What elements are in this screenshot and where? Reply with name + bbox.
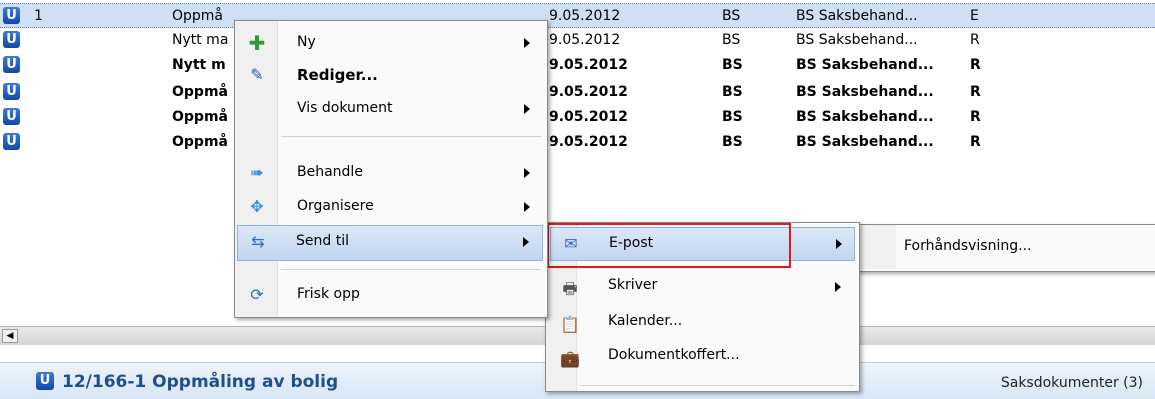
highlight-box bbox=[547, 223, 791, 268]
table-row[interactable]: U Oppmå 9.05.2012 BS BS Saksbehand... R bbox=[0, 105, 1155, 130]
menu-item-label: Send til bbox=[296, 233, 349, 249]
row-handler: BS Saksbehand... bbox=[796, 57, 934, 73]
row-status: R bbox=[970, 57, 981, 73]
menu-item-label: Dokumentkoffert... bbox=[608, 347, 740, 363]
row-title: Oppmå bbox=[172, 84, 228, 100]
row-date: 9.05.2012 bbox=[549, 57, 628, 73]
menu-item-preview[interactable]: Forhåndsvisning... bbox=[896, 231, 1146, 263]
document-type-icon: U bbox=[3, 108, 20, 125]
document-type-icon: U bbox=[3, 56, 20, 73]
menu-item-label: Vis dokument bbox=[297, 100, 393, 116]
menu-item-view-document[interactable]: Vis dokument bbox=[237, 93, 543, 125]
row-status: R bbox=[970, 134, 981, 150]
menu-item-new[interactable]: ✚ Ny bbox=[237, 27, 543, 59]
row-status: E bbox=[970, 8, 979, 24]
menu-item-briefcase[interactable]: 💼 Dokumentkoffert... bbox=[550, 343, 855, 375]
plus-icon: ✚ bbox=[248, 31, 266, 55]
scroll-left-button[interactable]: ◀ bbox=[2, 329, 18, 343]
row-date: 9.05.2012 bbox=[549, 8, 621, 24]
menu-item-edit[interactable]: ✎ Rediger... bbox=[237, 59, 543, 91]
chevron-right-icon bbox=[836, 239, 842, 249]
row-handler: BS Saksbehand... bbox=[796, 84, 934, 100]
row-status: R bbox=[970, 109, 981, 125]
email-submenu: Forhåndsvisning... bbox=[855, 224, 1155, 272]
send-icon: ⇆ bbox=[251, 232, 265, 251]
table-row[interactable]: U Oppmå 9.05.2012 BS BS Saksbehand... R bbox=[0, 80, 1155, 105]
document-type-icon: U bbox=[3, 83, 20, 100]
refresh-icon: ⟳ bbox=[250, 285, 264, 304]
menu-item-label: Organisere bbox=[297, 198, 374, 214]
row-date: 9.05.2012 bbox=[549, 84, 628, 100]
chevron-right-icon bbox=[524, 202, 530, 212]
row-unit: BS bbox=[722, 84, 743, 100]
row-unit: BS bbox=[722, 8, 741, 24]
menu-item-refresh[interactable]: ⟳ Frisk opp bbox=[237, 279, 543, 311]
row-unit: BS bbox=[722, 57, 743, 73]
chevron-right-icon bbox=[524, 104, 530, 114]
menu-item-label: Frisk opp bbox=[297, 286, 360, 302]
document-type-icon: U bbox=[3, 133, 20, 150]
row-date: 9.05.2012 bbox=[549, 32, 621, 48]
menu-item-organize[interactable]: ✥ Organisere bbox=[237, 191, 543, 223]
case-documents-label[interactable]: Saksdokumenter (3) bbox=[1001, 375, 1143, 391]
calendar-icon: 📋 bbox=[560, 315, 580, 334]
menu-item-send-to[interactable]: ⇆ Send til bbox=[237, 225, 543, 261]
arrow-right-icon: ➠ bbox=[250, 163, 264, 182]
pencil-icon: ✎ bbox=[250, 65, 264, 84]
context-menu: ✚ Ny ✎ Rediger... Vis dokument ➠ Behandl… bbox=[234, 20, 548, 318]
menu-item-label: Rediger... bbox=[297, 66, 378, 84]
briefcase-icon: 💼 bbox=[560, 349, 580, 368]
menu-item-label: Kalender... bbox=[608, 313, 683, 329]
row-status: R bbox=[970, 32, 980, 48]
row-unit: BS bbox=[722, 109, 743, 125]
chevron-right-icon bbox=[835, 282, 841, 292]
row-title: Oppmå bbox=[172, 109, 228, 125]
menu-item-calendar[interactable]: 📋 Kalender... bbox=[550, 309, 855, 341]
row-date: 9.05.2012 bbox=[549, 109, 628, 125]
table-row[interactable]: U Oppmå 9.05.2012 BS BS Saksbehand... R bbox=[0, 130, 1155, 155]
row-title: Oppmå bbox=[172, 134, 228, 150]
document-type-icon: U bbox=[3, 31, 20, 48]
row-handler: BS Saksbehand... bbox=[796, 134, 934, 150]
move-icon: ✥ bbox=[250, 197, 264, 216]
row-title: Nytt m bbox=[172, 57, 226, 73]
document-type-icon: U bbox=[3, 7, 20, 24]
table-row[interactable]: U Nytt m 9.05.2012 BS BS Saksbehand... R bbox=[0, 53, 1155, 78]
row-date: 9.05.2012 bbox=[549, 134, 628, 150]
menu-item-label: Skriver bbox=[608, 277, 658, 293]
row-handler: BS Saksbehand... bbox=[796, 32, 918, 48]
row-title: Oppmå bbox=[172, 8, 224, 24]
chevron-right-icon bbox=[523, 237, 529, 247]
menu-item-printer[interactable]: 🖶 Skriver bbox=[550, 273, 855, 305]
printer-icon: 🖶 bbox=[562, 279, 578, 298]
menu-item-process[interactable]: ➠ Behandle bbox=[237, 157, 543, 189]
row-handler: BS Saksbehand... bbox=[796, 8, 918, 24]
table-row[interactable]: U 1 Oppmå 9.05.2012 BS BS Saksbehand... E bbox=[0, 3, 1155, 28]
menu-item-label: Ny bbox=[297, 34, 316, 50]
document-type-icon: U bbox=[36, 372, 54, 390]
row-handler: BS Saksbehand... bbox=[796, 109, 934, 125]
case-title: 12/166-1 Oppmåling av bolig bbox=[62, 372, 339, 392]
row-unit: BS bbox=[722, 134, 743, 150]
chevron-right-icon bbox=[524, 168, 530, 178]
menu-item-label: Behandle bbox=[297, 164, 363, 180]
row-number: 1 bbox=[34, 8, 43, 24]
row-title: Nytt ma bbox=[172, 32, 229, 48]
menu-item-label: Forhåndsvisning... bbox=[904, 238, 1032, 254]
row-status: R bbox=[970, 84, 981, 100]
row-unit: BS bbox=[722, 32, 741, 48]
table-row[interactable]: U Nytt ma 9.05.2012 BS BS Saksbehand... R bbox=[0, 28, 1155, 53]
chevron-right-icon bbox=[524, 38, 530, 48]
